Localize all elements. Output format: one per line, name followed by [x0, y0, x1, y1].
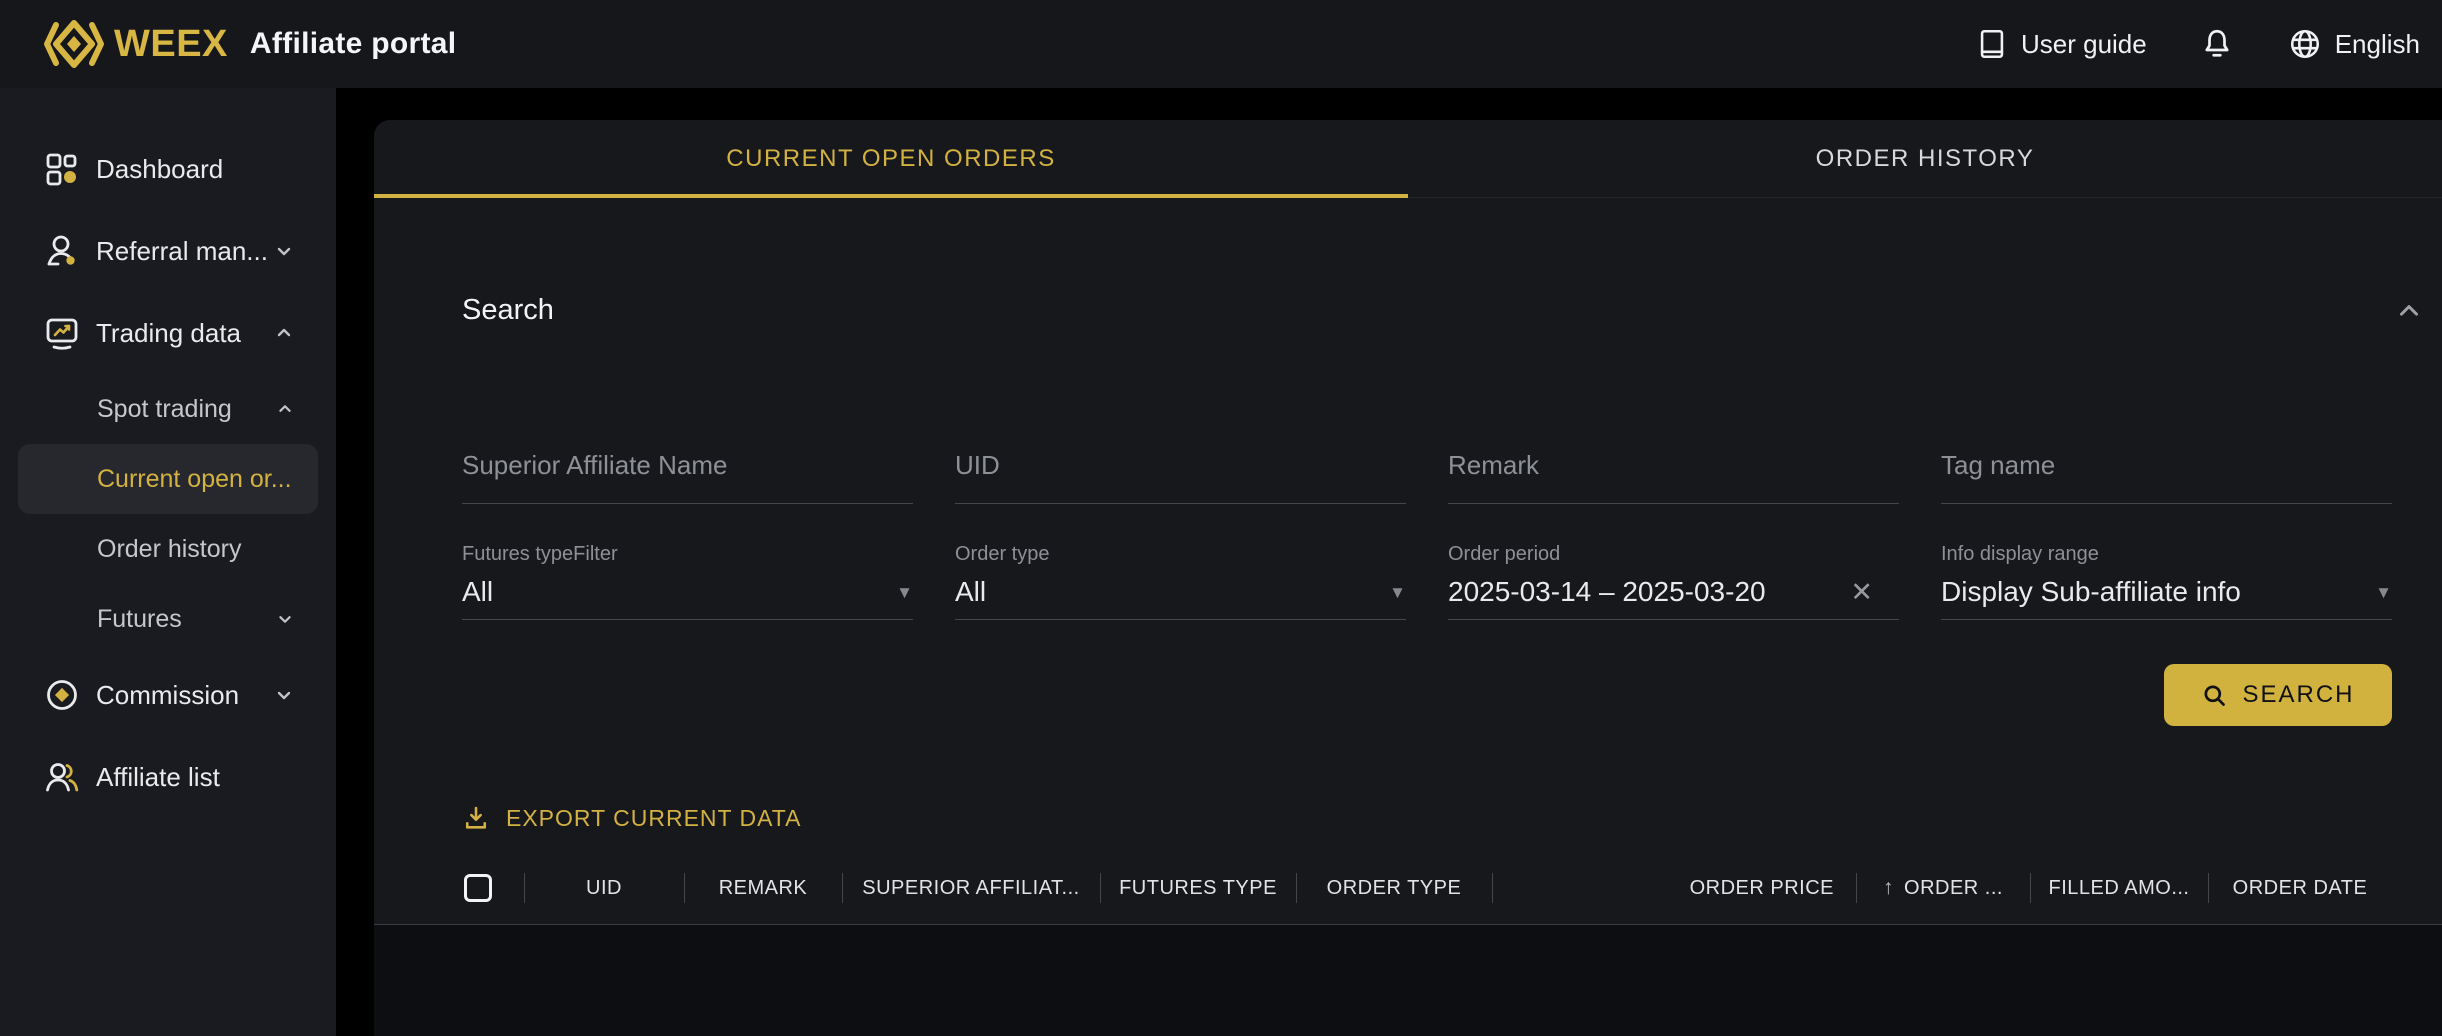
chevron-down-icon: [272, 239, 296, 263]
user-guide-label: User guide: [2021, 29, 2147, 60]
page-title: Affiliate portal: [250, 27, 456, 61]
sidebar-item-current-open-orders[interactable]: Current open or...: [18, 444, 318, 514]
column-header-filled-amount: FILLED AMO...: [2030, 852, 2208, 924]
brand-home-link[interactable]: WEEX Affiliate portal: [42, 17, 456, 71]
futures-type-field: Futures typeFilter All ▼: [462, 544, 913, 620]
topbar-actions: User guide English: [1975, 26, 2420, 62]
trading-data-icon: [44, 315, 80, 351]
superior-affiliate-name-field: [462, 450, 913, 504]
tab-bar: CURRENT OPEN ORDERS ORDER HISTORY: [374, 120, 2442, 198]
order-type-select[interactable]: All ▼: [955, 578, 1406, 620]
weex-logo-icon: [42, 17, 106, 71]
clear-date-icon[interactable]: ✕: [1850, 579, 1873, 606]
order-type-field: Order type All ▼: [955, 544, 1406, 620]
dropdown-caret-icon: ▼: [896, 584, 913, 601]
order-period-field: Order period 2025-03-14 – 2025-03-20 ✕: [1448, 544, 1899, 620]
select-all-checkbox[interactable]: [464, 874, 492, 902]
chevron-down-icon: [272, 683, 296, 707]
content-panel: CURRENT OPEN ORDERS ORDER HISTORY Search: [374, 120, 2442, 1036]
search-filters-row-2: Futures typeFilter All ▼ Order type All …: [374, 544, 2442, 620]
orders-table-header: UID REMARK SUPERIOR AFFILIAT... FUTURES …: [374, 852, 2442, 925]
dropdown-caret-icon: ▼: [1389, 584, 1406, 601]
futures-type-select[interactable]: All ▼: [462, 578, 913, 620]
order-type-label: Order type: [955, 544, 1406, 564]
futures-type-label: Futures typeFilter: [462, 544, 913, 564]
order-period-datepicker[interactable]: 2025-03-14 – 2025-03-20 ✕: [1448, 578, 1899, 620]
sidebar-item-label: Order history: [97, 535, 241, 564]
sidebar-item-commission[interactable]: Commission: [0, 654, 336, 736]
search-section-header: Search: [374, 294, 2442, 327]
column-header-superior-affiliate: SUPERIOR AFFILIAT...: [842, 852, 1100, 924]
sort-ascending-icon: ↑: [1883, 876, 1894, 900]
uid-field: [955, 450, 1406, 504]
sidebar-item-label: Trading data: [96, 318, 241, 349]
sidebar-item-label: Referral man...: [96, 236, 268, 267]
sidebar: Dashboard Referral man...: [0, 88, 336, 1036]
tag-name-input[interactable]: [1941, 450, 2392, 504]
info-display-range-select[interactable]: Display Sub-affiliate info ▼: [1941, 578, 2392, 620]
sidebar-item-label: Affiliate list: [96, 762, 220, 793]
orders-table-body: [374, 925, 2442, 1036]
referral-person-icon: [44, 233, 80, 269]
column-header-order-type: ORDER TYPE: [1296, 852, 1492, 924]
language-label: English: [2335, 29, 2420, 60]
book-icon: [1975, 27, 2009, 61]
sidebar-item-label: Spot trading: [97, 395, 232, 424]
export-current-data-button[interactable]: EXPORT CURRENT DATA: [374, 804, 2442, 832]
sidebar-item-spot-trading[interactable]: Spot trading: [0, 374, 336, 444]
column-header-order-date: ORDER DATE: [2208, 852, 2392, 924]
topbar: WEEX Affiliate portal User guide: [0, 0, 2442, 88]
dropdown-caret-icon: ▼: [2375, 584, 2392, 601]
column-header-futures-type: FUTURES TYPE: [1100, 852, 1296, 924]
sidebar-item-label: Dashboard: [96, 154, 223, 185]
download-icon: [462, 804, 490, 832]
tab-current-open-orders[interactable]: CURRENT OPEN ORDERS: [374, 120, 1408, 197]
export-label: EXPORT CURRENT DATA: [506, 805, 801, 832]
sidebar-item-label: Current open or...: [97, 465, 292, 494]
notifications-button[interactable]: [2199, 26, 2235, 62]
search-title: Search: [462, 294, 554, 327]
chevron-up-icon: [272, 321, 296, 345]
sidebar-item-dashboard[interactable]: Dashboard: [0, 128, 336, 210]
sidebar-item-referral-management[interactable]: Referral man...: [0, 210, 336, 292]
dashboard-icon: [44, 151, 80, 187]
search-icon: [2201, 682, 2228, 709]
remark-input[interactable]: [1448, 450, 1899, 504]
column-header-uid: UID: [524, 852, 684, 924]
commission-icon: [44, 677, 80, 713]
globe-icon: [2287, 26, 2323, 62]
tab-order-history[interactable]: ORDER HISTORY: [1408, 120, 2442, 197]
column-header-order-sortable[interactable]: ↑ ORDER ...: [1856, 852, 2030, 924]
search-button-row: SEARCH: [374, 664, 2442, 726]
sidebar-item-trading-data[interactable]: Trading data: [0, 292, 336, 374]
tag-name-field: [1941, 450, 2392, 504]
column-header-remark: REMARK: [684, 852, 842, 924]
info-display-range-field: Info display range Display Sub-affiliate…: [1941, 544, 2392, 620]
language-selector[interactable]: English: [2287, 26, 2420, 62]
uid-input[interactable]: [955, 450, 1406, 504]
search-button[interactable]: SEARCH: [2164, 664, 2392, 726]
remark-field: [1448, 450, 1899, 504]
sidebar-item-affiliate-list[interactable]: Affiliate list: [0, 736, 336, 818]
main-area: CURRENT OPEN ORDERS ORDER HISTORY Search: [336, 88, 2442, 1036]
affiliate-list-people-icon: [44, 759, 80, 795]
chevron-down-icon: [274, 608, 296, 630]
brand-name: WEEX: [114, 23, 228, 66]
bell-icon: [2199, 26, 2235, 62]
sidebar-item-label: Futures: [97, 605, 182, 634]
superior-affiliate-name-input[interactable]: [462, 450, 913, 504]
search-button-label: SEARCH: [2242, 681, 2354, 709]
chevron-up-icon: [274, 398, 296, 420]
search-filters-row-1: [374, 450, 2442, 504]
collapse-search-chevron-up-icon[interactable]: [2394, 296, 2424, 326]
user-guide-button[interactable]: User guide: [1975, 27, 2147, 61]
info-display-range-label: Info display range: [1941, 544, 2392, 564]
column-header-order-price: ORDER PRICE: [1492, 852, 1856, 924]
sidebar-item-order-history[interactable]: Order history: [0, 514, 336, 584]
sidebar-item-label: Commission: [96, 680, 239, 711]
sidebar-item-futures[interactable]: Futures: [0, 584, 336, 654]
order-period-label: Order period: [1448, 544, 1899, 564]
